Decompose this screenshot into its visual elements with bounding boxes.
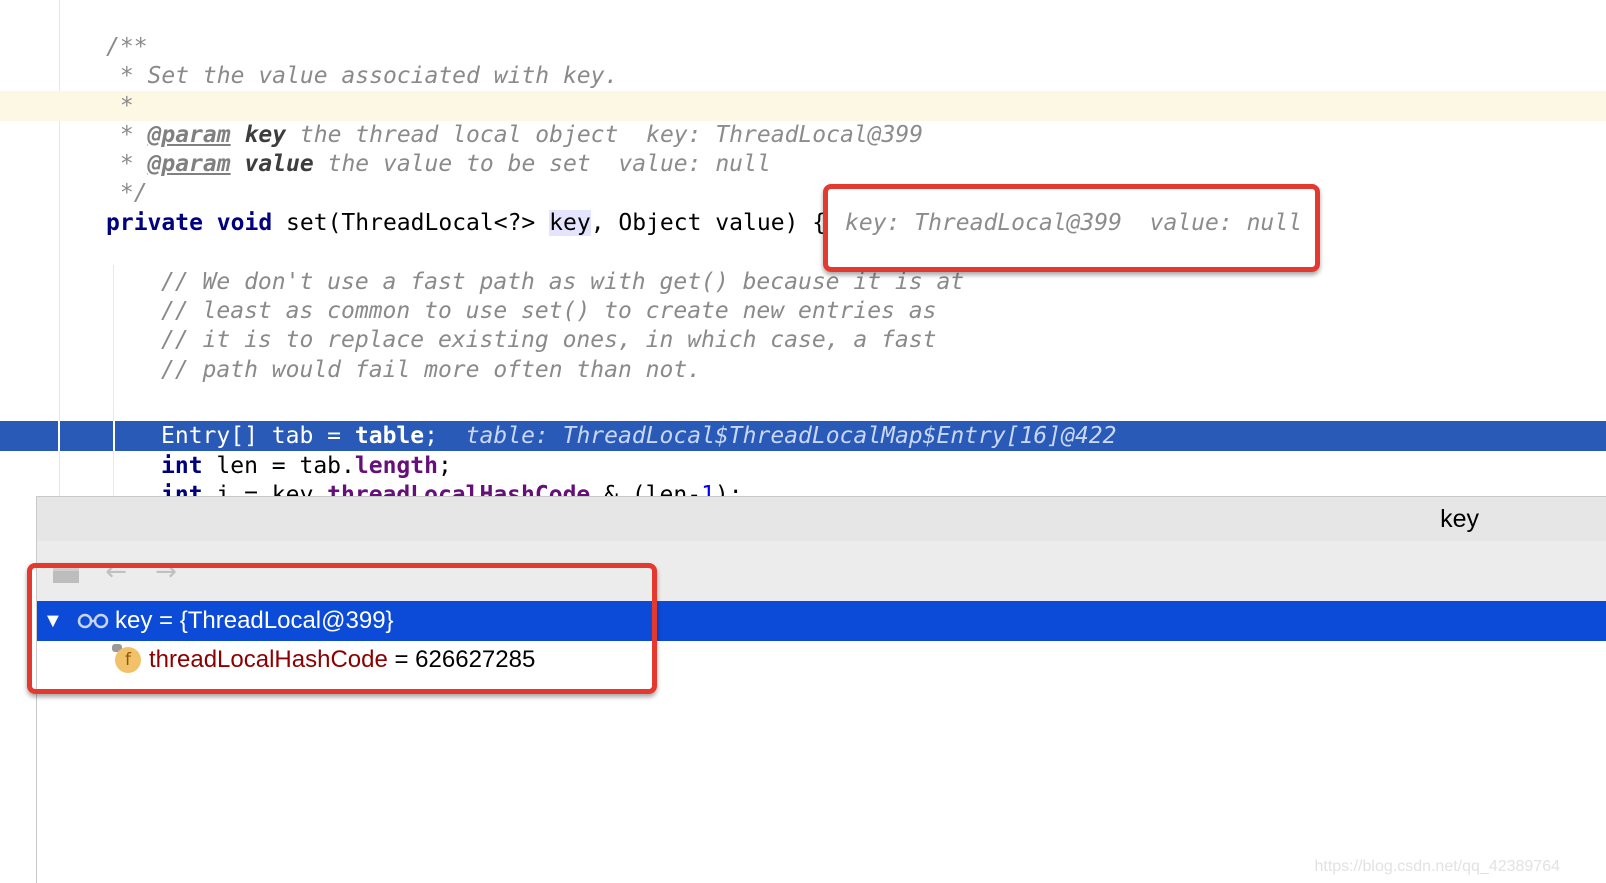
code-line-doc-close: */: [106, 180, 148, 206]
code-line-method-signature: private void set(ThreadLocal<?> key, Obj…: [106, 210, 827, 236]
code-line-comment-4: // path would fail more often than not.: [161, 357, 702, 383]
code-line-comment-2: // least as common to use set() to creat…: [161, 298, 937, 324]
code-line-entry-tab: Entry[] tab = table; table: ThreadLocal$…: [161, 423, 1117, 449]
annotation-box-inline-values: [823, 184, 1320, 272]
inline-value-value: value: null: [618, 151, 771, 177]
code-editor[interactable]: /** * Set the value associated with key.…: [0, 0, 1606, 508]
key-identifier[interactable]: key: [549, 210, 591, 236]
param-name-key: key: [244, 122, 287, 148]
code-line-param-key: * @param key the thread local object key…: [106, 122, 924, 148]
code-line-len: int len = tab.length;: [161, 453, 452, 479]
param-name-value: value: [244, 151, 314, 177]
code-line-param-value: * @param value the value to be set value…: [106, 151, 771, 177]
popup-title: key: [1440, 505, 1479, 533]
code-line-comment-3: // it is to replace existing ones, in wh…: [161, 327, 937, 353]
inline-value-key: key: ThreadLocal@399: [646, 122, 924, 148]
code-line-doc-star: *: [106, 93, 134, 119]
param-tag: @param: [147, 151, 231, 177]
current-line-highlight: [0, 91, 1606, 121]
watermark: https://blog.csdn.net/qq_42389764: [1314, 858, 1560, 875]
code-line-doc-open: /**: [106, 34, 148, 60]
inline-value-table: table: ThreadLocal$ThreadLocalMap$Entry[…: [465, 423, 1117, 449]
popup-title-bar[interactable]: key: [37, 497, 1606, 541]
param-tag: @param: [147, 122, 231, 148]
indent-guide: [113, 265, 114, 500]
annotation-box-tree: [27, 563, 657, 694]
code-line-doc-desc: * Set the value associated with key.: [106, 63, 619, 89]
